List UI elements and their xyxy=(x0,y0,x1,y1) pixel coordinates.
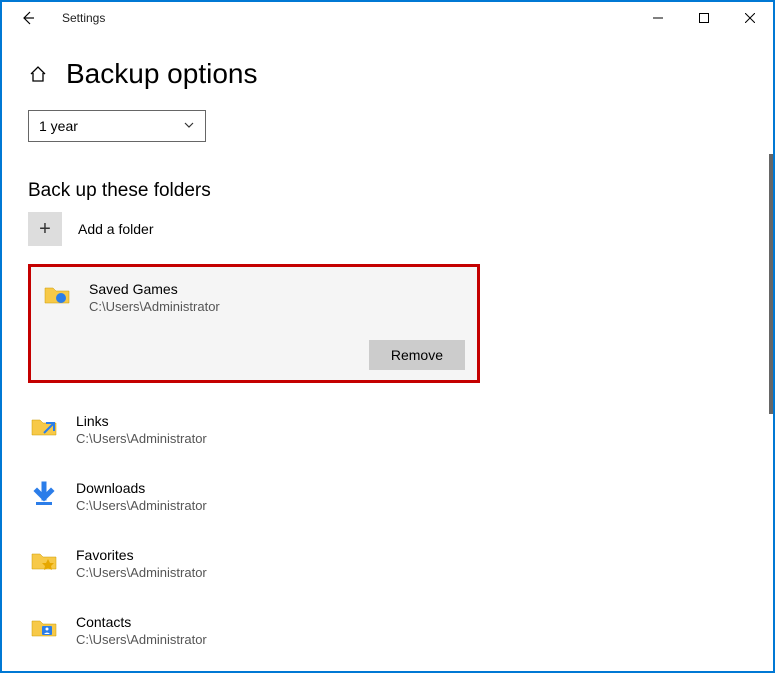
add-folder-row[interactable]: + Add a folder xyxy=(28,212,747,246)
folder-item-favorites[interactable]: Favorites C:\Users\Administrator xyxy=(28,541,468,586)
page-header: Backup options xyxy=(28,58,747,90)
folder-texts: Downloads C:\Users\Administrator xyxy=(76,480,207,513)
back-button[interactable] xyxy=(20,10,36,26)
folder-icon xyxy=(30,547,58,575)
folder-texts: Contacts C:\Users\Administrator xyxy=(76,614,207,647)
folder-texts: Links C:\Users\Administrator xyxy=(76,413,207,446)
page-title: Backup options xyxy=(66,58,257,90)
minimize-button[interactable] xyxy=(635,2,681,34)
folder-item-downloads[interactable]: Downloads C:\Users\Administrator xyxy=(28,474,468,519)
folder-name: Saved Games xyxy=(89,281,220,297)
window-controls xyxy=(635,2,773,34)
folders-section-heading: Back up these folders xyxy=(28,180,747,202)
window-title: Settings xyxy=(62,11,105,25)
plus-icon: + xyxy=(39,219,51,239)
folder-texts: Saved Games C:\Users\Administrator xyxy=(89,281,220,314)
chevron-down-icon xyxy=(183,118,195,134)
add-folder-label: Add a folder xyxy=(78,221,154,237)
folder-texts: Favorites C:\Users\Administrator xyxy=(76,547,207,580)
folder-path: C:\Users\Administrator xyxy=(76,565,207,580)
folder-path: C:\Users\Administrator xyxy=(76,431,207,446)
selected-folder-block: Saved Games C:\Users\Administrator Remov… xyxy=(28,264,480,383)
folder-item-links[interactable]: Links C:\Users\Administrator xyxy=(28,407,468,452)
add-folder-button[interactable]: + xyxy=(28,212,62,246)
retention-dropdown-value: 1 year xyxy=(39,118,78,134)
folder-name: Favorites xyxy=(76,547,207,563)
close-button[interactable] xyxy=(727,2,773,34)
download-icon xyxy=(30,480,58,508)
folder-name: Downloads xyxy=(76,480,207,496)
folder-path: C:\Users\Administrator xyxy=(89,299,220,314)
page-content: Backup options 1 year Back up these fold… xyxy=(2,34,773,671)
titlebar: Settings xyxy=(2,2,773,34)
folder-icon xyxy=(30,413,58,441)
scrollbar-thumb[interactable] xyxy=(769,154,773,414)
retention-dropdown[interactable]: 1 year xyxy=(28,110,206,142)
folder-item-contacts[interactable]: Contacts C:\Users\Administrator xyxy=(28,608,468,653)
folder-path: C:\Users\Administrator xyxy=(76,498,207,513)
folder-icon xyxy=(30,614,58,642)
folder-path: C:\Users\Administrator xyxy=(76,632,207,647)
folder-name: Links xyxy=(76,413,207,429)
home-icon[interactable] xyxy=(28,64,48,84)
folder-item-selected[interactable]: Saved Games C:\Users\Administrator xyxy=(43,281,465,314)
remove-button[interactable]: Remove xyxy=(369,340,465,370)
maximize-button[interactable] xyxy=(681,2,727,34)
folder-name: Contacts xyxy=(76,614,207,630)
folder-icon xyxy=(43,281,71,309)
